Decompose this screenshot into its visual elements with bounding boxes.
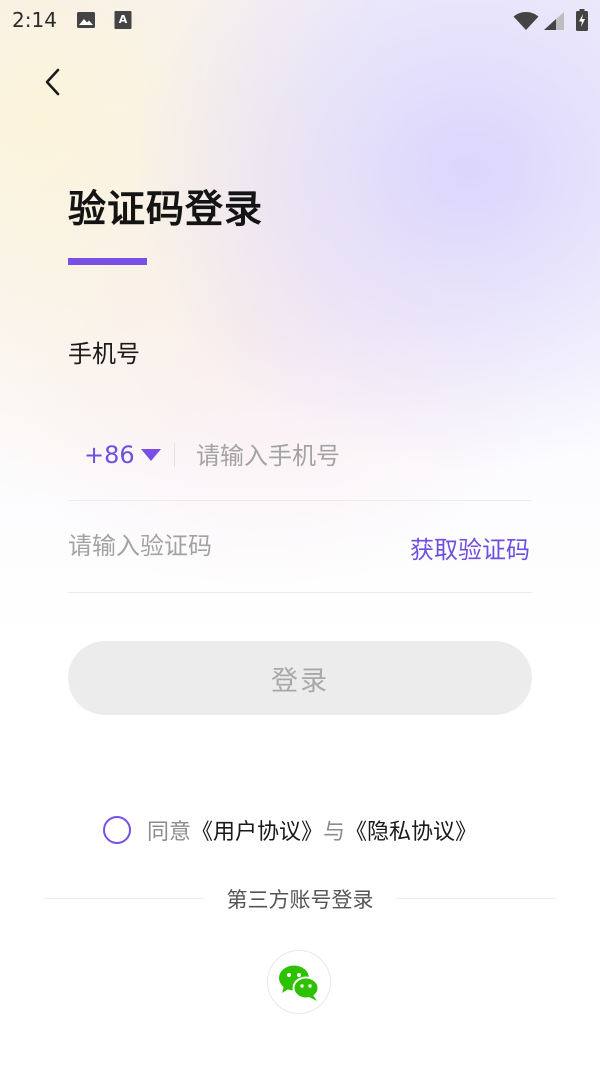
phone-divider	[174, 443, 175, 467]
login-button[interactable]: 登录	[68, 641, 532, 715]
caret-down-icon	[140, 449, 161, 461]
third-party-section: 第三方账号登录	[44, 884, 556, 914]
back-button[interactable]	[30, 60, 74, 104]
title-underline	[68, 258, 147, 265]
chevron-left-icon	[45, 68, 60, 96]
third-party-title: 第三方账号登录	[226, 888, 374, 912]
agree-text: 同意	[147, 820, 192, 845]
divider-right	[396, 898, 556, 899]
wechat-icon	[279, 965, 320, 1001]
a-notification-icon: A	[114, 10, 132, 34]
battery-charging-icon	[576, 9, 588, 35]
agreement-row: 同意 《用户协议》 与 《隐私协议》	[103, 814, 477, 846]
code-row: 获取验证码	[68, 500, 532, 593]
phone-label: 手机号	[68, 340, 140, 368]
user-agreement-link[interactable]: 《用户协议》	[191, 814, 323, 846]
get-code-button[interactable]: 获取验证码	[410, 530, 530, 565]
status-bar: 2:14 A	[0, 0, 600, 40]
svg-text:A: A	[119, 13, 128, 26]
privacy-agreement-link[interactable]: 《隐私协议》	[345, 814, 477, 846]
page-title: 验证码登录	[68, 187, 264, 231]
verification-code-input[interactable]	[68, 526, 358, 566]
image-icon	[76, 10, 96, 34]
status-time: 2:14	[12, 8, 57, 32]
signal-icon	[544, 12, 564, 34]
phone-row: +86	[68, 420, 532, 501]
agree-checkbox[interactable]	[103, 816, 131, 844]
phone-input[interactable]	[196, 436, 516, 476]
country-code-selector[interactable]: +86	[84, 440, 161, 470]
and-text: 与	[323, 820, 346, 845]
wifi-icon	[513, 12, 539, 34]
country-code-value: +86	[84, 441, 135, 469]
wechat-login-button[interactable]	[267, 950, 331, 1014]
